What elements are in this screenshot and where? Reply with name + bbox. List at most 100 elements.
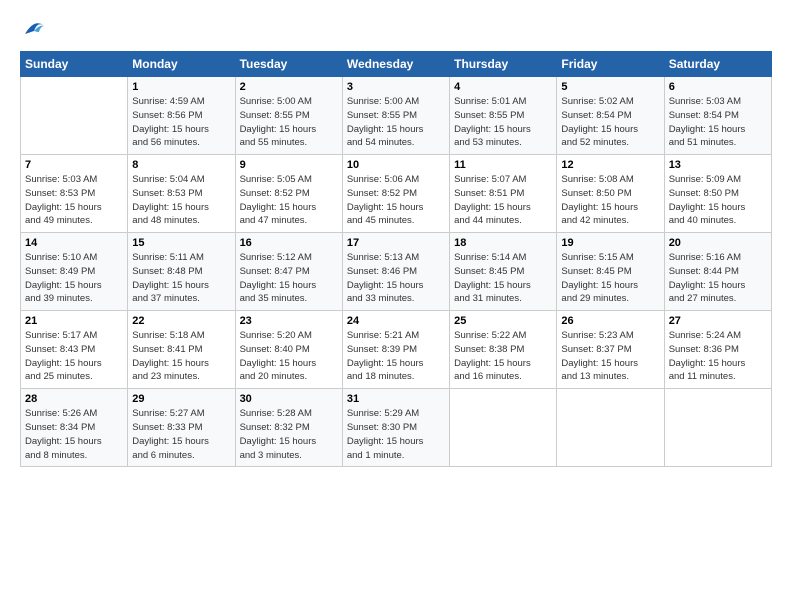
day-info: Sunrise: 5:08 AM Sunset: 8:50 PM Dayligh… (561, 173, 659, 228)
day-number: 10 (347, 159, 445, 171)
day-number: 30 (240, 393, 338, 405)
day-cell: 17Sunrise: 5:13 AM Sunset: 8:46 PM Dayli… (342, 233, 449, 311)
day-cell: 4 Sunrise: 5:01 AM Sunset: 8:55 PM Daylig… (450, 77, 557, 155)
day-number: 18 (454, 237, 552, 249)
day-info: Sunrise: 5:07 AM Sunset: 8:51 PM Dayligh… (454, 173, 552, 228)
day-cell: 28 Sunrise: 5:26 AM Sunset: 8:34 PM Dayli… (21, 389, 128, 467)
day-cell: 16Sunrise: 5:12 AM Sunset: 8:47 PM Dayli… (235, 233, 342, 311)
day-number: 25 (454, 315, 552, 327)
day-info: Sunrise: 5:20 AM Sunset: 8:40 PM Dayligh… (240, 329, 338, 384)
day-number: 28 (25, 393, 123, 405)
day-info: Sunrise: 5:11 AM Sunset: 8:48 PM Dayligh… (132, 251, 230, 306)
day-cell: 22 Sunrise: 5:18 AM Sunset: 8:41 PM Dayli… (128, 311, 235, 389)
day-number: 11 (454, 159, 552, 171)
day-info: Sunrise: 4:59 AM Sunset: 8:56 PM Dayligh… (132, 95, 230, 150)
day-cell (21, 77, 128, 155)
day-info: Sunrise: 5:03 AM Sunset: 8:53 PM Dayligh… (25, 173, 123, 228)
day-info: Sunrise: 5:22 AM Sunset: 8:38 PM Dayligh… (454, 329, 552, 384)
day-number: 8 (132, 159, 230, 171)
day-cell: 3Sunrise: 5:00 AM Sunset: 8:55 PM Daylig… (342, 77, 449, 155)
col-header-tuesday: Tuesday (235, 52, 342, 77)
day-info: Sunrise: 5:24 AM Sunset: 8:36 PM Dayligh… (669, 329, 767, 384)
day-info: Sunrise: 5:03 AM Sunset: 8:54 PM Dayligh… (669, 95, 767, 150)
day-info: Sunrise: 5:05 AM Sunset: 8:52 PM Dayligh… (240, 173, 338, 228)
day-info: Sunrise: 5:17 AM Sunset: 8:43 PM Dayligh… (25, 329, 123, 384)
day-cell: 11 Sunrise: 5:07 AM Sunset: 8:51 PM Dayli… (450, 155, 557, 233)
day-cell: 24 Sunrise: 5:21 AM Sunset: 8:39 PM Dayli… (342, 311, 449, 389)
day-cell: 9 Sunrise: 5:05 AM Sunset: 8:52 PM Daylig… (235, 155, 342, 233)
day-info: Sunrise: 5:27 AM Sunset: 8:33 PM Dayligh… (132, 407, 230, 462)
day-info: Sunrise: 5:21 AM Sunset: 8:39 PM Dayligh… (347, 329, 445, 384)
day-cell: 23 Sunrise: 5:20 AM Sunset: 8:40 PM Dayli… (235, 311, 342, 389)
day-info: Sunrise: 5:01 AM Sunset: 8:55 PM Dayligh… (454, 95, 552, 150)
col-header-saturday: Saturday (664, 52, 771, 77)
day-info: Sunrise: 5:00 AM Sunset: 8:55 PM Dayligh… (240, 95, 338, 150)
day-cell: 10 Sunrise: 5:06 AM Sunset: 8:52 PM Dayli… (342, 155, 449, 233)
day-cell: 7Sunrise: 5:03 AM Sunset: 8:53 PM Daylig… (21, 155, 128, 233)
day-number: 19 (561, 237, 659, 249)
day-cell: 8 Sunrise: 5:04 AM Sunset: 8:53 PM Daylig… (128, 155, 235, 233)
day-cell (664, 389, 771, 467)
week-row-3: 14 Sunrise: 5:10 AM Sunset: 8:49 PM Dayli… (21, 233, 772, 311)
day-number: 5 (561, 81, 659, 93)
day-number: 16 (240, 237, 338, 249)
day-cell: 21Sunrise: 5:17 AM Sunset: 8:43 PM Dayli… (21, 311, 128, 389)
header-row: SundayMondayTuesdayWednesdayThursdayFrid… (21, 52, 772, 77)
day-info: Sunrise: 5:13 AM Sunset: 8:46 PM Dayligh… (347, 251, 445, 306)
day-cell: 12 Sunrise: 5:08 AM Sunset: 8:50 PM Dayli… (557, 155, 664, 233)
day-number: 23 (240, 315, 338, 327)
day-number: 12 (561, 159, 659, 171)
logo-icon (22, 16, 46, 40)
day-number: 22 (132, 315, 230, 327)
day-number: 31 (347, 393, 445, 405)
day-number: 2 (240, 81, 338, 93)
day-info: Sunrise: 5:04 AM Sunset: 8:53 PM Dayligh… (132, 173, 230, 228)
day-info: Sunrise: 5:06 AM Sunset: 8:52 PM Dayligh… (347, 173, 445, 228)
col-header-wednesday: Wednesday (342, 52, 449, 77)
col-header-thursday: Thursday (450, 52, 557, 77)
header (20, 16, 772, 45)
col-header-monday: Monday (128, 52, 235, 77)
day-cell: 19 Sunrise: 5:15 AM Sunset: 8:45 PM Dayli… (557, 233, 664, 311)
day-info: Sunrise: 5:29 AM Sunset: 8:30 PM Dayligh… (347, 407, 445, 462)
day-cell: 15 Sunrise: 5:11 AM Sunset: 8:48 PM Dayli… (128, 233, 235, 311)
day-cell: 5Sunrise: 5:02 AM Sunset: 8:54 PM Daylig… (557, 77, 664, 155)
week-row-1: 1 Sunrise: 4:59 AM Sunset: 8:56 PM Daylig… (21, 77, 772, 155)
day-number: 9 (240, 159, 338, 171)
day-number: 15 (132, 237, 230, 249)
day-info: Sunrise: 5:26 AM Sunset: 8:34 PM Dayligh… (25, 407, 123, 462)
day-cell: 27 Sunrise: 5:24 AM Sunset: 8:36 PM Dayli… (664, 311, 771, 389)
day-cell: 31 Sunrise: 5:29 AM Sunset: 8:30 PM Dayli… (342, 389, 449, 467)
week-row-2: 7Sunrise: 5:03 AM Sunset: 8:53 PM Daylig… (21, 155, 772, 233)
day-number: 14 (25, 237, 123, 249)
day-info: Sunrise: 5:09 AM Sunset: 8:50 PM Dayligh… (669, 173, 767, 228)
page: SundayMondayTuesdayWednesdayThursdayFrid… (0, 0, 792, 477)
col-header-friday: Friday (557, 52, 664, 77)
day-number: 6 (669, 81, 767, 93)
day-cell: 13 Sunrise: 5:09 AM Sunset: 8:50 PM Dayli… (664, 155, 771, 233)
day-number: 24 (347, 315, 445, 327)
day-cell: 20 Sunrise: 5:16 AM Sunset: 8:44 PM Dayli… (664, 233, 771, 311)
day-cell: 25 Sunrise: 5:22 AM Sunset: 8:38 PM Dayli… (450, 311, 557, 389)
day-info: Sunrise: 5:10 AM Sunset: 8:49 PM Dayligh… (25, 251, 123, 306)
week-row-4: 21Sunrise: 5:17 AM Sunset: 8:43 PM Dayli… (21, 311, 772, 389)
day-number: 4 (454, 81, 552, 93)
day-cell: 6 Sunrise: 5:03 AM Sunset: 8:54 PM Daylig… (664, 77, 771, 155)
day-cell: 29Sunrise: 5:27 AM Sunset: 8:33 PM Dayli… (128, 389, 235, 467)
day-cell (450, 389, 557, 467)
day-cell: 26 Sunrise: 5:23 AM Sunset: 8:37 PM Dayli… (557, 311, 664, 389)
day-number: 13 (669, 159, 767, 171)
day-number: 26 (561, 315, 659, 327)
day-info: Sunrise: 5:14 AM Sunset: 8:45 PM Dayligh… (454, 251, 552, 306)
day-cell: 14 Sunrise: 5:10 AM Sunset: 8:49 PM Dayli… (21, 233, 128, 311)
day-number: 20 (669, 237, 767, 249)
logo (20, 16, 46, 45)
day-number: 1 (132, 81, 230, 93)
day-info: Sunrise: 5:15 AM Sunset: 8:45 PM Dayligh… (561, 251, 659, 306)
day-number: 27 (669, 315, 767, 327)
day-cell: 2 Sunrise: 5:00 AM Sunset: 8:55 PM Daylig… (235, 77, 342, 155)
day-number: 3 (347, 81, 445, 93)
day-info: Sunrise: 5:16 AM Sunset: 8:44 PM Dayligh… (669, 251, 767, 306)
day-info: Sunrise: 5:23 AM Sunset: 8:37 PM Dayligh… (561, 329, 659, 384)
day-info: Sunrise: 5:18 AM Sunset: 8:41 PM Dayligh… (132, 329, 230, 384)
